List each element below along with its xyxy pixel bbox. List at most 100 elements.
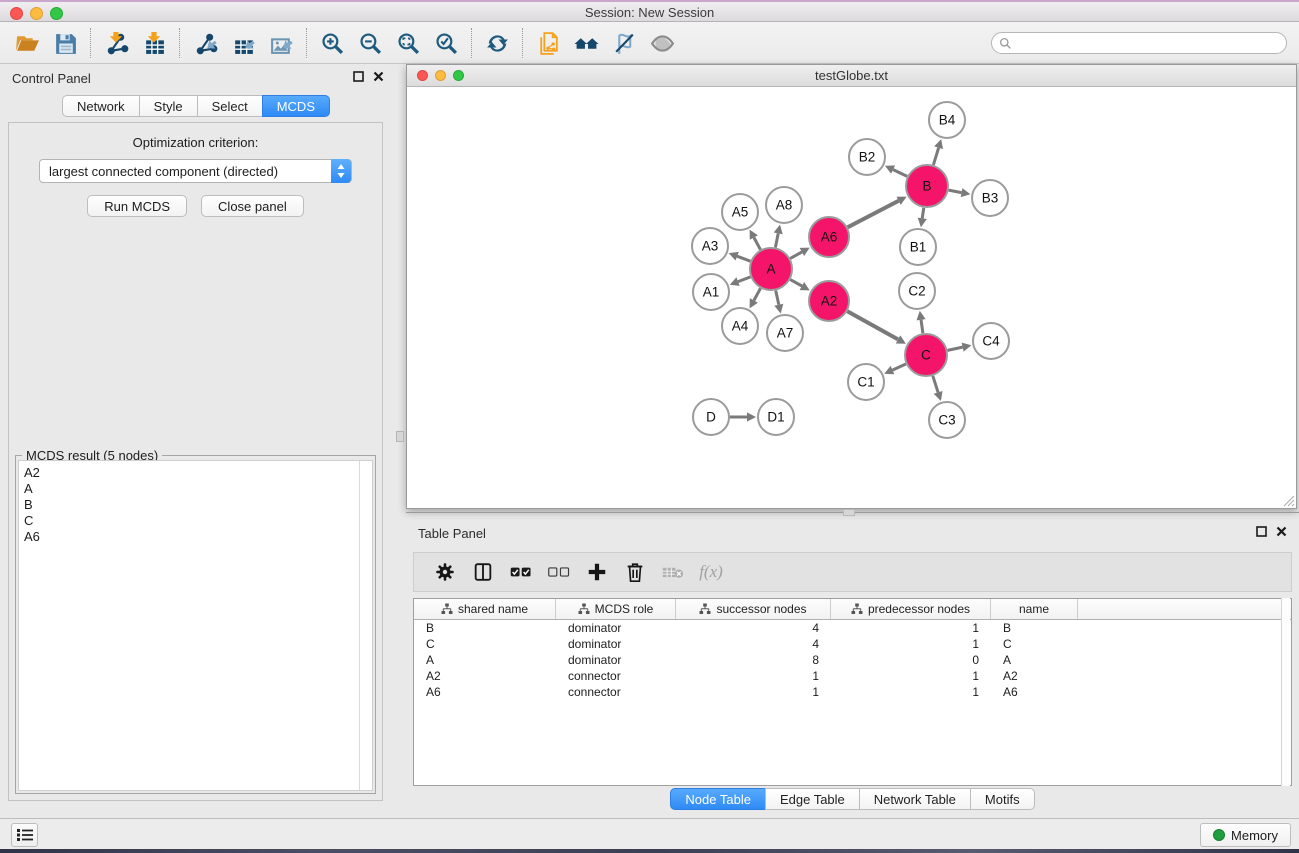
close-panel-icon[interactable] [373, 71, 384, 82]
float-panel-icon[interactable] [353, 71, 364, 82]
result-item[interactable]: A6 [24, 529, 372, 545]
float-table-panel-icon[interactable] [1256, 526, 1267, 537]
graph-node-D[interactable]: D [693, 399, 729, 435]
graph-edge-A-A7[interactable] [774, 291, 783, 314]
table-cell[interactable]: 8 [676, 652, 831, 668]
tab-style[interactable]: Style [139, 95, 198, 117]
deselect-all-button[interactable] [540, 556, 578, 588]
graph-edge-A-A5[interactable] [750, 230, 761, 250]
criterion-dropdown[interactable]: largest connected component (directed) [39, 159, 352, 183]
import-network-button[interactable] [97, 26, 135, 60]
graph-edge-C-C2[interactable] [917, 311, 926, 333]
duplicate-network-button[interactable] [529, 26, 567, 60]
hide-unselected-button[interactable] [605, 26, 643, 60]
memory-button[interactable]: Memory [1200, 823, 1291, 847]
graph-node-A3[interactable]: A3 [692, 228, 728, 264]
export-table-button[interactable] [224, 26, 262, 60]
tab-motifs[interactable]: Motifs [970, 788, 1035, 810]
table-cell[interactable]: A [991, 652, 1078, 668]
first-neighbors-button[interactable] [567, 26, 605, 60]
table-row[interactable]: A2connector11A2 [414, 668, 1291, 684]
graph-node-C3[interactable]: C3 [929, 402, 965, 438]
horizontal-splitter-handle[interactable] [843, 509, 855, 516]
table-cell[interactable]: 1 [831, 636, 991, 652]
zoom-in-button[interactable] [313, 26, 351, 60]
graph-edge-A-A6[interactable] [790, 248, 809, 259]
search-input[interactable] [1016, 34, 1286, 52]
result-item[interactable]: A [24, 481, 372, 497]
close-table-panel-icon[interactable] [1276, 526, 1287, 537]
show-panels-button[interactable] [11, 823, 38, 847]
table-cell[interactable]: dominator [556, 620, 676, 636]
save-session-button[interactable] [46, 26, 84, 60]
zoom-selected-button[interactable] [427, 26, 465, 60]
refresh-button[interactable] [478, 26, 516, 60]
graph-edge-B-B1[interactable] [918, 208, 927, 227]
graph-edge-B-B3[interactable] [949, 188, 971, 197]
tab-network[interactable]: Network [62, 95, 140, 117]
table-cell[interactable]: 0 [831, 652, 991, 668]
graph-node-A4[interactable]: A4 [722, 308, 758, 344]
table-cell[interactable]: 1 [831, 620, 991, 636]
tab-select[interactable]: Select [197, 95, 263, 117]
table-cell[interactable]: dominator [556, 636, 676, 652]
graph-node-D1[interactable]: D1 [758, 399, 794, 435]
table-row[interactable]: Cdominator41C [414, 636, 1291, 652]
graph-edge-A6-B[interactable] [848, 197, 907, 228]
export-image-button[interactable] [262, 26, 300, 60]
network-canvas[interactable]: B4B2BB3A5A8A6A3B1AA1C2A2A4A7CC4C1C3DD1 [407, 87, 1296, 508]
result-item[interactable]: A2 [24, 465, 372, 481]
tab-edge-table[interactable]: Edge Table [765, 788, 860, 810]
table-cell[interactable]: 1 [676, 684, 831, 700]
table-cell[interactable]: connector [556, 668, 676, 684]
table-cell[interactable]: 4 [676, 636, 831, 652]
add-row-button[interactable] [578, 556, 616, 588]
import-table-button[interactable] [135, 26, 173, 60]
graph-node-A[interactable]: A [750, 248, 792, 290]
table-cell[interactable]: A6 [414, 684, 556, 700]
close-panel-button[interactable]: Close panel [201, 195, 304, 217]
table-cell[interactable]: 1 [831, 684, 991, 700]
open-file-button[interactable] [8, 26, 46, 60]
table-cell[interactable]: C [991, 636, 1078, 652]
graph-edge-B-B2[interactable] [885, 166, 907, 177]
resize-grip-icon[interactable] [1282, 494, 1295, 507]
graph-node-A1[interactable]: A1 [693, 274, 729, 310]
tab-node-table[interactable]: Node Table [670, 788, 766, 810]
graph-edge-D-D1[interactable] [730, 412, 756, 421]
graph-node-A7[interactable]: A7 [767, 315, 803, 351]
tab-network-table[interactable]: Network Table [859, 788, 971, 810]
zoom-out-button[interactable] [351, 26, 389, 60]
graph-edge-A-A8[interactable] [774, 225, 783, 248]
column-header-predecessor-nodes[interactable]: predecessor nodes [831, 599, 991, 619]
graph-node-B[interactable]: B [906, 165, 948, 207]
table-cell[interactable]: B [991, 620, 1078, 636]
graph-node-B4[interactable]: B4 [929, 102, 965, 138]
graph-node-B2[interactable]: B2 [849, 139, 885, 175]
graph-node-A5[interactable]: A5 [722, 194, 758, 230]
graph-node-C4[interactable]: C4 [973, 323, 1009, 359]
table-cell[interactable]: B [414, 620, 556, 636]
run-mcds-button[interactable]: Run MCDS [87, 195, 187, 217]
graph-node-B1[interactable]: B1 [900, 229, 936, 265]
table-row[interactable]: Adominator80A [414, 652, 1291, 668]
zoom-fit-button[interactable] [389, 26, 427, 60]
graph-edge-A-A3[interactable] [729, 252, 751, 261]
table-cell[interactable]: 1 [831, 668, 991, 684]
show-columns-button[interactable] [464, 556, 502, 588]
table-cell[interactable]: A2 [414, 668, 556, 684]
graph-edge-A-A1[interactable] [730, 277, 751, 286]
column-header-shared-name[interactable]: shared name [414, 599, 556, 619]
result-item[interactable]: C [24, 513, 372, 529]
table-row[interactable]: A6connector11A6 [414, 684, 1291, 700]
graph-node-B3[interactable]: B3 [972, 180, 1008, 216]
result-item[interactable]: B [24, 497, 372, 513]
table-cell[interactable]: 4 [676, 620, 831, 636]
delete-row-button[interactable] [616, 556, 654, 588]
table-scrollbar[interactable] [1281, 598, 1290, 786]
result-scrollbar[interactable] [359, 461, 372, 790]
table-cell[interactable]: C [414, 636, 556, 652]
graph-node-C1[interactable]: C1 [848, 364, 884, 400]
column-header-name[interactable]: name [991, 599, 1078, 619]
table-cell[interactable]: 1 [676, 668, 831, 684]
